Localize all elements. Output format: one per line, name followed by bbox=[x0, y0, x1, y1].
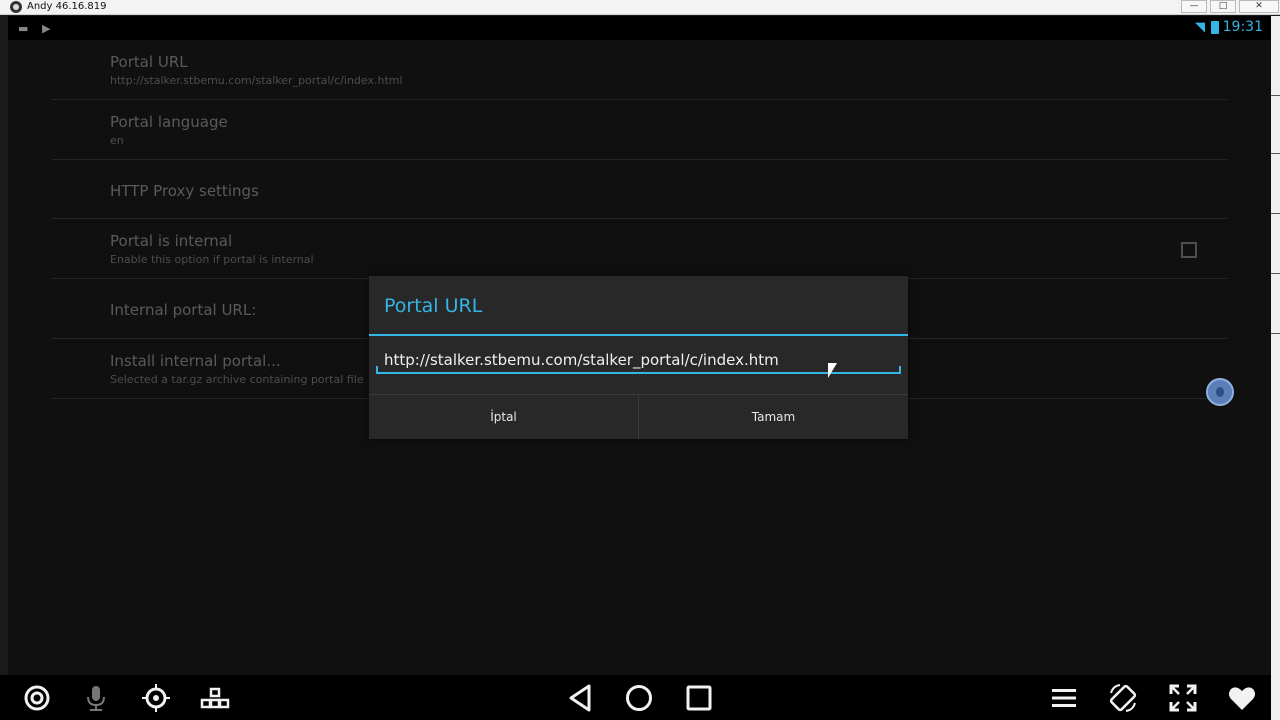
pref-title: Internal portal URL: bbox=[110, 301, 257, 319]
pref-title: Install internal portal... bbox=[110, 352, 281, 370]
strip-tick bbox=[1271, 213, 1280, 214]
wifi-icon: ◥ bbox=[1195, 20, 1205, 35]
pref-title: Portal is internal bbox=[110, 232, 233, 250]
pref-portal-internal[interactable]: Portal is internal Enable this option if… bbox=[52, 219, 1227, 279]
keyboard-map-icon[interactable] bbox=[200, 683, 230, 713]
pref-http-proxy[interactable]: HTTP Proxy settings bbox=[52, 160, 1227, 219]
recents-icon[interactable] bbox=[684, 683, 714, 713]
window-side-strip bbox=[1271, 16, 1280, 720]
strip-tick bbox=[1271, 153, 1280, 154]
menu-icon[interactable] bbox=[1049, 683, 1079, 713]
status-bar: ▬ ▶ ◥ 19:31 bbox=[8, 16, 1271, 40]
home-icon[interactable] bbox=[624, 683, 654, 713]
microphone-icon[interactable] bbox=[81, 683, 111, 713]
navigation-bar bbox=[0, 675, 1271, 720]
app-icon bbox=[10, 1, 22, 13]
mouse-cursor-icon bbox=[828, 363, 837, 378]
floating-action-button[interactable] bbox=[1206, 378, 1234, 406]
favorite-icon[interactable] bbox=[1227, 683, 1257, 713]
window-titlebar: Andy 46.16.819 — □ ✕ bbox=[0, 0, 1280, 15]
cancel-button[interactable]: İptal bbox=[369, 395, 638, 439]
strip-tick bbox=[1271, 333, 1280, 334]
pref-summary: http://stalker.stbemu.com/stalker_portal… bbox=[110, 74, 403, 87]
back-icon[interactable] bbox=[565, 683, 595, 713]
fullscreen-icon[interactable] bbox=[1168, 683, 1198, 713]
ok-button[interactable]: Tamam bbox=[639, 395, 908, 439]
battery-icon bbox=[1211, 21, 1219, 34]
minimize-button[interactable]: — bbox=[1181, 0, 1207, 13]
target-icon[interactable] bbox=[22, 683, 52, 713]
pref-portal-url[interactable]: Portal URL http://stalker.stbemu.com/sta… bbox=[52, 40, 1227, 100]
pref-title: HTTP Proxy settings bbox=[110, 182, 259, 200]
strip-tick bbox=[1271, 273, 1280, 274]
notification-icon: ▬ bbox=[18, 22, 29, 35]
dialog-title: Portal URL bbox=[384, 295, 483, 317]
pref-title: Portal language bbox=[110, 113, 228, 131]
input-edge bbox=[376, 366, 378, 374]
pref-summary: Enable this option if portal is internal bbox=[110, 253, 314, 266]
status-clock: 19:31 bbox=[1222, 19, 1263, 35]
strip-tick bbox=[1271, 95, 1280, 96]
pref-portal-language[interactable]: Portal language en bbox=[52, 100, 1227, 160]
close-button[interactable]: ✕ bbox=[1239, 0, 1279, 13]
play-store-icon: ▶ bbox=[42, 22, 51, 35]
portal-internal-checkbox[interactable] bbox=[1181, 242, 1197, 258]
dialog-title-divider bbox=[369, 334, 908, 336]
gps-icon[interactable] bbox=[141, 683, 171, 713]
pref-title: Portal URL bbox=[110, 53, 188, 71]
pref-summary: Selected a tar.gz archive containing por… bbox=[110, 373, 364, 386]
portal-url-dialog: Portal URL İptal Tamam bbox=[369, 276, 908, 439]
input-edge bbox=[899, 366, 901, 374]
window-title: Andy 46.16.819 bbox=[27, 1, 107, 12]
portal-url-input[interactable] bbox=[376, 348, 901, 374]
rotate-icon[interactable] bbox=[1108, 683, 1138, 713]
pref-summary: en bbox=[110, 134, 124, 147]
maximize-button[interactable]: □ bbox=[1210, 0, 1236, 13]
